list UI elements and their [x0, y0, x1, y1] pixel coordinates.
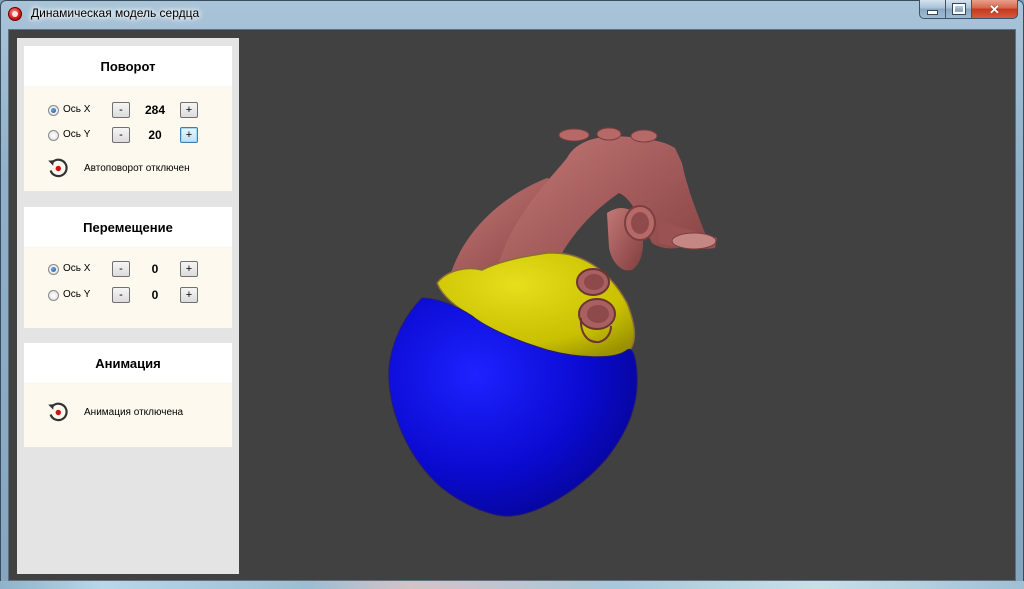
close-icon: ✕ [989, 1, 1000, 17]
heart-model [388, 127, 717, 517]
movement-axis-x-radio[interactable] [48, 264, 59, 275]
movement-axis-y-radio[interactable] [48, 290, 59, 301]
movement-panel: Перемещение Ось X - 0 + Ось Y - 0 + [24, 207, 232, 328]
rotation-panel: Поворот Ось X - 284 + Ось Y - 20 + Автоп… [24, 46, 232, 191]
movement-x-increment-button[interactable]: + [180, 261, 198, 277]
rotation-title: Поворот [24, 46, 232, 86]
movement-x-decrement-button[interactable]: - [112, 261, 130, 277]
app-icon[interactable] [8, 7, 22, 21]
movement-axis-y-row: Ось Y - 0 + [24, 285, 232, 305]
rotation-axis-x-radio[interactable] [48, 105, 59, 116]
animation-toggle-icon[interactable] [46, 400, 70, 424]
auto-rotate-toggle-icon[interactable] [46, 156, 70, 180]
window-title: Динамическая модель сердца [31, 6, 200, 20]
window-bottom-edge [0, 581, 1024, 589]
auto-rotate-status: Автоповорот отключен [84, 163, 190, 174]
rotation-y-decrement-button[interactable]: - [112, 127, 130, 143]
animation-title: Анимация [24, 343, 232, 383]
movement-axis-x-row: Ось X - 0 + [24, 259, 232, 279]
animation-panel: Анимация Анимация отключена [24, 343, 232, 447]
rotation-axis-x-label[interactable]: Ось X [63, 104, 90, 115]
control-sidebar: Поворот Ось X - 284 + Ось Y - 20 + Автоп… [17, 38, 239, 574]
movement-title: Перемещение [24, 207, 232, 247]
rotation-axis-y-label[interactable]: Ось Y [63, 129, 90, 140]
minimize-button[interactable] [919, 0, 946, 19]
animation-status: Анимация отключена [84, 407, 184, 418]
vessel-branch-3 [630, 129, 658, 143]
movement-x-value: 0 [151, 262, 159, 276]
movement-axis-y-label[interactable]: Ось Y [63, 289, 90, 300]
rotation-y-value: 20 [148, 128, 162, 142]
window-controls: ✕ [919, 0, 1018, 19]
minimize-icon [927, 9, 938, 15]
heart-3d-viewport[interactable] [247, 38, 1013, 578]
rotation-x-value: 284 [144, 103, 166, 117]
client-area: Поворот Ось X - 284 + Ось Y - 20 + Автоп… [8, 29, 1016, 581]
aorta-opening [671, 232, 717, 250]
movement-y-value: 0 [151, 288, 159, 302]
movement-y-increment-button[interactable]: + [180, 287, 198, 303]
close-button[interactable]: ✕ [972, 0, 1018, 19]
maximize-button[interactable] [946, 0, 972, 19]
title-bar[interactable]: Динамическая модель сердца ✕ [0, 0, 1024, 28]
movement-y-decrement-button[interactable]: - [112, 287, 130, 303]
maximize-icon [951, 3, 966, 15]
movement-axis-x-label[interactable]: Ось X [63, 263, 90, 274]
vessel-branch-2 [596, 127, 622, 141]
rotation-x-decrement-button[interactable]: - [112, 102, 130, 118]
rotation-y-increment-button[interactable]: + [180, 127, 198, 143]
rotation-axis-y-row: Ось Y - 20 + [24, 125, 232, 145]
vessel-branch-1 [558, 128, 590, 142]
rotation-axis-x-row: Ось X - 284 + [24, 100, 232, 120]
rotation-axis-y-radio[interactable] [48, 130, 59, 141]
rotation-x-increment-button[interactable]: + [180, 102, 198, 118]
